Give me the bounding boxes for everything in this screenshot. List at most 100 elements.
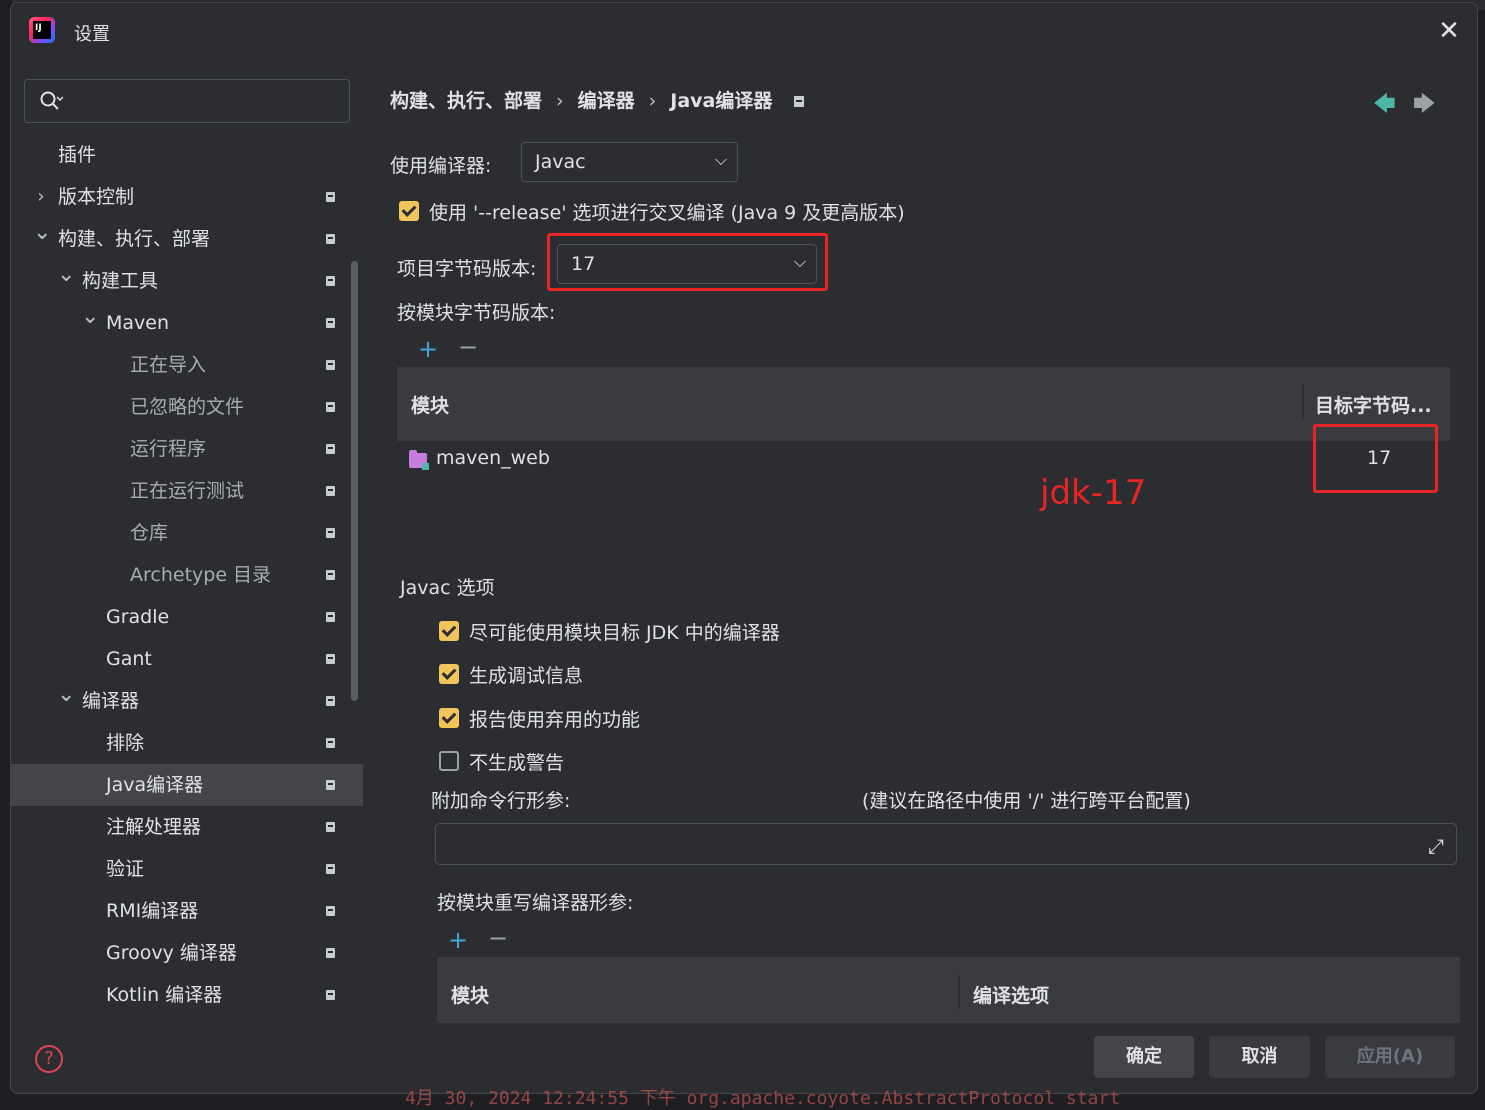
sidebar-item[interactable]: › 版本控制 (11, 176, 363, 218)
sidebar-item[interactable]: RMI编译器 (11, 890, 363, 932)
add-icon[interactable]: + (448, 926, 468, 954)
back-arrow-icon[interactable]: 🡄 (1373, 87, 1396, 125)
remove-icon[interactable]: − (488, 924, 508, 952)
column-header-target-bytecode[interactable]: 目标字节码... (1315, 391, 1432, 418)
project-scope-icon (326, 402, 335, 412)
project-bytecode-label: 项目字节码版本: (397, 258, 537, 280)
project-scope-icon (326, 444, 335, 454)
expand-icon[interactable]: ⤢ (1428, 834, 1444, 858)
add-icon[interactable]: + (418, 335, 438, 363)
sidebar-item[interactable]: 已忽略的文件 (11, 386, 363, 428)
table-row[interactable]: maven_web 17 (397, 441, 1450, 481)
option-checkbox[interactable] (439, 664, 459, 684)
column-divider[interactable] (1302, 385, 1304, 419)
project-scope-icon (326, 696, 335, 706)
forward-arrow-icon[interactable]: 🡆 (1413, 87, 1436, 125)
highlight-box-target-version (1313, 424, 1438, 493)
sidebar-item-label: 注解处理器 (106, 816, 202, 838)
module-name: maven_web (436, 447, 550, 469)
remove-icon[interactable]: − (458, 333, 478, 361)
search-input[interactable] (24, 79, 350, 123)
apply-button[interactable]: 应用(A) (1325, 1036, 1455, 1078)
project-scope-icon (326, 822, 335, 832)
settings-content: 构建、执行、部署 › 编译器 › Java编译器 🡄 🡆 使用编译器: Javac ⌵ … (363, 61, 1477, 1093)
sidebar-item[interactable]: 运行程序 (11, 428, 363, 470)
breadcrumb-separator: › (556, 90, 564, 112)
project-scope-icon (326, 234, 335, 244)
sidebar-item-label: 版本控制 (58, 186, 135, 208)
sidebar-item[interactable]: 验证 (11, 848, 363, 890)
title-bar: 设置 ✕ (11, 3, 1477, 61)
ok-button[interactable]: 确定 (1094, 1036, 1194, 1078)
intellij-logo-icon (29, 17, 55, 43)
sidebar-item-label: 编译器 (82, 690, 140, 712)
dialog-title: 设置 (74, 24, 110, 45)
module-table-header: 模块 目标字节码... (397, 367, 1450, 439)
sidebar-scrollbar[interactable] (351, 261, 358, 701)
help-icon[interactable]: ? (35, 1045, 63, 1073)
sidebar-item[interactable]: Gradle (11, 596, 363, 638)
sidebar-item-label: Archetype 目录 (130, 564, 272, 586)
project-scope-icon (326, 780, 335, 790)
sidebar-item-label: 正在运行测试 (130, 480, 245, 502)
project-scope-icon (326, 990, 335, 1000)
sidebar-item[interactable]: Archetype 目录 (11, 554, 363, 596)
chevron-down-icon[interactable]: ⌄ (81, 296, 99, 338)
extra-args-input[interactable]: ⤢ (435, 823, 1457, 865)
compiler-select[interactable]: Javac ⌵ (521, 142, 738, 182)
highlight-box-project-bytecode (547, 233, 828, 291)
javac-section-title: Javac 选项 (400, 577, 495, 599)
option-label: 不生成警告 (469, 752, 565, 774)
chevron-down-icon[interactable]: ⌄ (57, 254, 75, 296)
column-header-module[interactable]: 模块 (411, 391, 449, 418)
option-label: 报告使用弃用的功能 (469, 709, 641, 731)
extra-args-label: 附加命令行形参: (431, 790, 571, 812)
sidebar-item[interactable]: ⌄ 编译器 (11, 680, 363, 722)
sidebar-item[interactable]: 插件 (11, 134, 363, 176)
use-compiler-label: 使用编译器: (390, 155, 492, 177)
sidebar-item[interactable]: Kotlin 编译器 (11, 974, 363, 1016)
project-scope-icon (326, 948, 335, 958)
sidebar-item[interactable]: Groovy 编译器 (11, 932, 363, 974)
project-scope-icon (326, 486, 335, 496)
sidebar-item[interactable]: 仓库 (11, 512, 363, 554)
column-header-compile-options[interactable]: 编译选项 (973, 981, 1049, 1008)
chevron-down-icon[interactable]: ⌄ (57, 674, 75, 716)
extra-args-hint: (建议在路径中使用 '/' 进行跨平台配置) (862, 790, 1191, 812)
option-checkbox[interactable] (439, 708, 459, 728)
sidebar-item[interactable]: ⌄ Maven (11, 302, 363, 344)
project-scope-icon (326, 528, 335, 538)
project-scope-icon (326, 360, 335, 370)
sidebar-item-label: 排除 (106, 732, 145, 754)
column-divider[interactable] (958, 975, 960, 1009)
release-option-checkbox[interactable] (399, 201, 419, 221)
sidebar-item[interactable]: 注解处理器 (11, 806, 363, 848)
project-scope-icon (326, 276, 335, 286)
sidebar-item[interactable]: 正在导入 (11, 344, 363, 386)
sidebar-item-label: 仓库 (130, 522, 169, 544)
sidebar-item-label: Gradle (106, 606, 170, 628)
option-checkbox[interactable] (439, 751, 459, 771)
sidebar-item-label: 正在导入 (130, 354, 207, 376)
close-icon[interactable]: ✕ (1435, 17, 1463, 45)
breadcrumb-item-build[interactable]: 构建、执行、部署 (390, 90, 542, 112)
sidebar-item-label: 验证 (106, 858, 145, 880)
option-label: 尽可能使用模块目标 JDK 中的编译器 (469, 622, 780, 644)
per-module-bytecode-label: 按模块字节码版本: (397, 302, 556, 324)
option-checkbox[interactable] (439, 621, 459, 641)
sidebar-item-label: Kotlin 编译器 (106, 984, 223, 1006)
project-scope-icon (326, 738, 335, 748)
chevron-down-icon[interactable]: ⌄ (33, 212, 51, 254)
sidebar-item[interactable]: 正在运行测试 (11, 470, 363, 512)
sidebar-item-label: 构建、执行、部署 (58, 228, 211, 250)
project-scope-icon (326, 612, 335, 622)
breadcrumb-item-compiler[interactable]: 编译器 (578, 90, 635, 112)
sidebar-item[interactable]: Java编译器 (11, 764, 363, 806)
cancel-button[interactable]: 取消 (1209, 1036, 1310, 1078)
sidebar-item-label: Java编译器 (106, 774, 204, 796)
sidebar-item[interactable]: ⌄ 构建工具 (11, 260, 363, 302)
column-header-module[interactable]: 模块 (451, 981, 489, 1008)
sidebar-item[interactable]: 排除 (11, 722, 363, 764)
release-option-label: 使用 '--release' 选项进行交叉编译 (Java 9 及更高版本) (429, 202, 905, 224)
override-params-label: 按模块重写编译器形参: (437, 892, 634, 914)
